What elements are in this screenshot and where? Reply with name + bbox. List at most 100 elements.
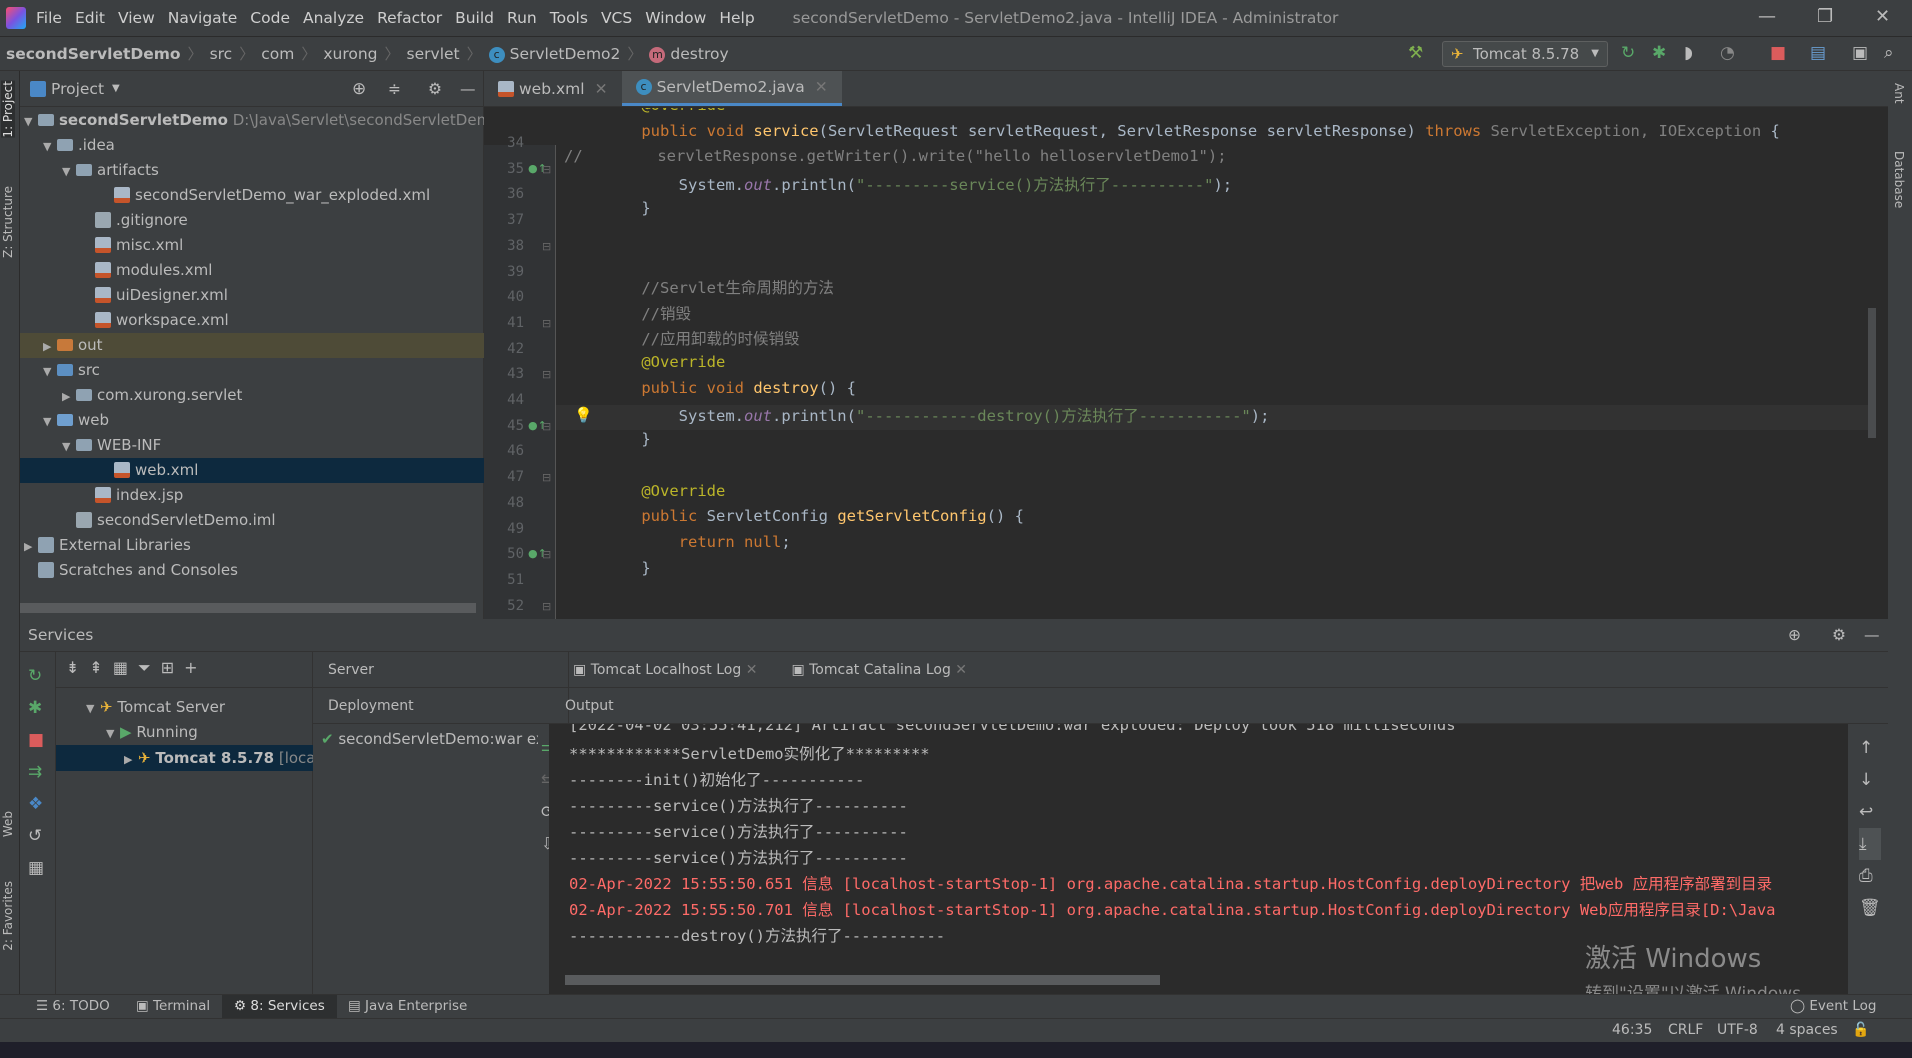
build-hammer-icon[interactable]: ⚒ (1408, 43, 1423, 63)
tree-item[interactable]: secondServletDemo_war_exploded.xml (20, 183, 484, 208)
tree-item[interactable]: ▶ External Libraries (20, 533, 484, 558)
tool-window-structure[interactable]: Z: Structure (1, 186, 15, 258)
menu-window[interactable]: Window (645, 9, 706, 27)
layout-icon[interactable]: ▦ (28, 852, 47, 884)
editor-scrollbar[interactable] (1868, 308, 1876, 438)
caret-position[interactable]: 46:35 (1612, 1022, 1652, 1038)
menu-navigate[interactable]: Navigate (168, 9, 238, 27)
close-tab-icon[interactable]: ✕ (815, 69, 828, 105)
project-structure-icon[interactable]: ▤ (1810, 43, 1826, 63)
gear-icon[interactable]: ⚙ (1832, 619, 1846, 652)
breadcrumb-item[interactable]: servlet (407, 45, 460, 63)
chevron-down-icon[interactable]: ▼ (62, 159, 76, 183)
chevron-down-icon[interactable]: ▼ (43, 359, 57, 383)
tree-item[interactable]: ▶ out (20, 333, 484, 358)
filter-icon[interactable]: ⏷ (138, 658, 161, 677)
menu-file[interactable]: File (36, 9, 62, 27)
fold-icon[interactable]: ⊟ (542, 240, 551, 253)
breadcrumb-item[interactable]: secondServletDemo (6, 45, 181, 63)
scroll-to-end-icon[interactable]: ⤓ (1859, 828, 1881, 860)
tree-item[interactable]: web.xml (20, 458, 484, 483)
run-configuration-select[interactable]: ✈ Tomcat 8.5.78 ▼ (1442, 41, 1608, 67)
group-icon[interactable]: ▦ (113, 658, 138, 677)
close-button[interactable]: ✕ (1875, 6, 1890, 27)
print-icon[interactable]: ⎙ (1859, 860, 1881, 892)
tab-server[interactable]: Server (328, 662, 374, 678)
menu-analyze[interactable]: Analyze (303, 9, 364, 27)
breadcrumb-item[interactable]: xurong (323, 45, 377, 63)
tree-item[interactable]: ▼ web (20, 408, 484, 433)
tree-item[interactable]: .gitignore (20, 208, 484, 233)
tree-item[interactable]: ▼ .idea (20, 133, 484, 158)
locate-icon[interactable]: ⊕ (1788, 619, 1801, 652)
tree-item[interactable]: ▶ com.xurong.servlet (20, 383, 484, 408)
stop-icon[interactable]: ■ (1770, 43, 1786, 63)
tool-window-project[interactable]: 1: Project (1, 81, 15, 138)
refresh-icon[interactable]: ↺ (28, 820, 47, 852)
chevron-down-icon[interactable]: ▼ (24, 109, 38, 133)
lock-icon[interactable]: 🔓 (1852, 1022, 1869, 1038)
breadcrumb-item[interactable]: destroy (670, 45, 728, 63)
chevron-down-icon[interactable]: ▼ (43, 134, 57, 158)
tree-item[interactable]: uiDesigner.xml (20, 283, 484, 308)
tab-catalina-log[interactable]: ▣ Tomcat Catalina Log ✕ (791, 662, 967, 678)
stop-icon[interactable]: ■ (28, 724, 47, 756)
fold-icon[interactable]: ⊟ (542, 368, 551, 381)
menu-run[interactable]: Run (507, 9, 537, 27)
new-service-icon[interactable]: ⊞ (161, 658, 184, 677)
menu-refactor[interactable]: Refactor (377, 9, 442, 27)
fold-icon[interactable]: ⊟ (542, 420, 551, 433)
close-tab-icon[interactable]: ✕ (595, 71, 608, 107)
fold-icon[interactable]: ⊟ (542, 471, 551, 484)
soft-wrap-icon[interactable]: ↩ (1859, 796, 1881, 828)
fold-icon[interactable]: ⊟ (542, 548, 551, 561)
clear-icon[interactable]: 🗑 (1859, 892, 1881, 924)
line-separator[interactable]: CRLF (1668, 1022, 1703, 1038)
menu-vcs[interactable]: VCS (601, 9, 632, 27)
tree-tomcat-instance[interactable]: ▶✈ Tomcat 8.5.78 [local] (56, 745, 313, 771)
breadcrumb-item[interactable]: src (210, 45, 233, 63)
console-hscrollbar[interactable] (565, 975, 1160, 985)
chevron-right-icon[interactable]: ▶ (24, 534, 38, 558)
tree-item[interactable]: ▼ secondServletDemo D:\Java\Servlet\secon… (20, 108, 484, 133)
menu-build[interactable]: Build (455, 9, 494, 27)
rerun-icon[interactable]: ↻ (28, 660, 47, 692)
rerun-icon[interactable]: ↻ (1621, 43, 1635, 63)
tab-localhost-log[interactable]: ▣ Tomcat Localhost Log ✕ (573, 662, 757, 678)
fold-icon[interactable]: ⊟ (542, 317, 551, 330)
breadcrumb-item[interactable]: com (261, 45, 294, 63)
tool-window-services[interactable]: ⚙ 8: Services (222, 995, 337, 1018)
tab-web-xml[interactable]: web.xml ✕ (484, 71, 622, 106)
menu-edit[interactable]: Edit (75, 9, 105, 27)
collapse-all-icon[interactable]: ≑ (388, 80, 401, 98)
tree-running[interactable]: ▼ ▶ Running (106, 723, 198, 741)
indent-setting[interactable]: 4 spaces (1776, 1022, 1838, 1038)
collapse-all-icon[interactable]: ⇞ (89, 658, 112, 677)
menu-help[interactable]: Help (719, 9, 754, 27)
deployment-item[interactable]: ✔ secondServletDemo:war exploded (313, 724, 538, 748)
tree-item[interactable]: secondServletDemo.iml (20, 508, 484, 533)
tool-window-todo[interactable]: ☰ 6: TODO (36, 998, 110, 1014)
menu-code[interactable]: Code (250, 9, 290, 27)
tree-item[interactable]: ▼ WEB-INF (20, 433, 484, 458)
fold-icon[interactable]: ⊟ (542, 600, 551, 613)
tool-window-web[interactable]: Web (1, 811, 15, 837)
search-everywhere-icon[interactable]: ⌕ (1884, 43, 1894, 63)
chevron-down-icon[interactable]: ▼ (43, 409, 57, 433)
menu-view[interactable]: View (118, 9, 155, 27)
coverage-icon[interactable]: ◗ (1684, 43, 1693, 63)
debug-icon[interactable]: ✱ (1652, 43, 1666, 63)
tree-item[interactable]: workspace.xml (20, 308, 484, 333)
hide-icon[interactable]: — (1864, 619, 1880, 652)
locate-icon[interactable]: ⊕ (352, 79, 366, 99)
tool-window-java-enterprise[interactable]: ▤ Java Enterprise (348, 998, 467, 1014)
add-icon[interactable]: + (184, 658, 207, 677)
debug-icon[interactable]: ✱ (28, 692, 47, 724)
tree-item[interactable]: ▼ src (20, 358, 484, 383)
fold-icon[interactable]: ⊟ (542, 163, 551, 176)
tab-servletdemo2-java[interactable]: c ServletDemo2.java ✕ (621, 69, 842, 106)
tool-window-database[interactable]: Database (1892, 151, 1906, 208)
breadcrumb-item[interactable]: ServletDemo2 (510, 45, 621, 63)
tree-item[interactable]: misc.xml (20, 233, 484, 258)
layout-icon[interactable]: ▣ (1852, 43, 1868, 63)
